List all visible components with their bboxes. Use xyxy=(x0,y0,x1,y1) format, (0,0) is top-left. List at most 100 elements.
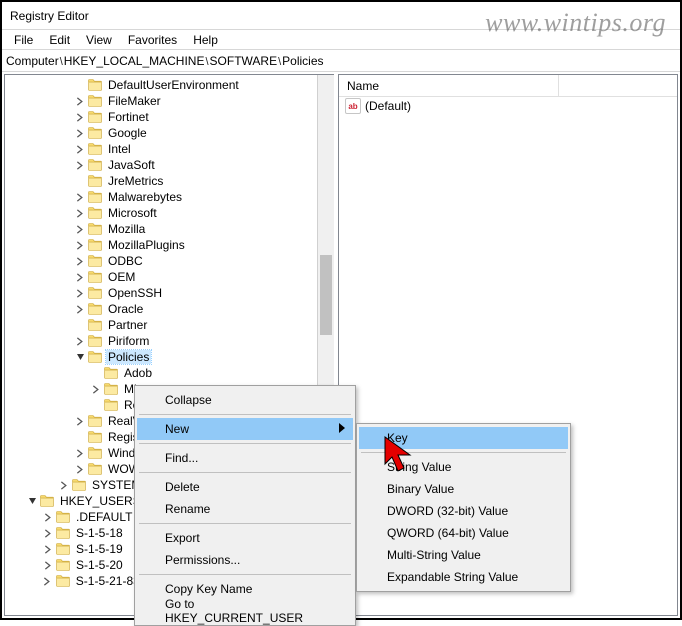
tree-item[interactable]: Adob xyxy=(5,365,334,381)
tree-item-label[interactable]: HKEY_USERS xyxy=(58,494,143,508)
ctx-sub-item-string-value[interactable]: String Value xyxy=(359,456,568,478)
ctx-sub-item-expandable-string-value[interactable]: Expandable String Value xyxy=(359,566,568,588)
chevron-right-icon[interactable] xyxy=(73,190,87,204)
chevron-right-icon[interactable] xyxy=(41,542,55,556)
ctx-sub-item-key[interactable]: Key xyxy=(359,427,568,449)
breadcrumb-part[interactable]: Policies xyxy=(282,54,323,68)
chevron-down-icon[interactable] xyxy=(73,350,87,364)
chevron-right-icon[interactable] xyxy=(73,446,87,460)
tree-item[interactable]: Oracle xyxy=(5,301,334,317)
column-name[interactable]: Name xyxy=(339,75,559,96)
tree-item-label[interactable]: Oracle xyxy=(106,302,145,316)
chevron-right-icon[interactable] xyxy=(73,462,87,476)
list-row[interactable]: ab(Default) xyxy=(339,97,677,115)
tree-item[interactable]: Piriform xyxy=(5,333,334,349)
context-submenu-new[interactable]: Key String ValueBinary ValueDWORD (32-bit… xyxy=(356,423,571,592)
chevron-right-icon[interactable] xyxy=(73,142,87,156)
chevron-right-icon[interactable] xyxy=(73,270,87,284)
chevron-right-icon[interactable] xyxy=(73,414,87,428)
breadcrumb-part[interactable]: HKEY_LOCAL_MACHINE xyxy=(64,54,205,68)
chevron-down-icon[interactable] xyxy=(25,494,39,508)
ctx-item-collapse[interactable]: Collapse xyxy=(137,389,353,411)
tree-item-label[interactable]: .DEFAULT xyxy=(74,510,134,524)
tree-item[interactable]: OEM xyxy=(5,269,334,285)
tree-item-label[interactable]: S-1-5-18 xyxy=(74,526,125,540)
ctx-item-new[interactable]: New xyxy=(137,418,353,440)
ctx-item-rename[interactable]: Rename xyxy=(137,498,353,520)
tree-item[interactable]: JavaSoft xyxy=(5,157,334,173)
tree-item-label[interactable]: MozillaPlugins xyxy=(106,238,187,252)
tree-item-label[interactable]: Policies xyxy=(106,350,151,364)
context-menu[interactable]: Collapse New Find... DeleteRename ExportPerm… xyxy=(134,385,356,626)
tree-item[interactable]: Intel xyxy=(5,141,334,157)
chevron-right-icon[interactable] xyxy=(41,558,55,572)
ctx-item-export[interactable]: Export xyxy=(137,527,353,549)
chevron-right-icon[interactable] xyxy=(73,254,87,268)
ctx-sub-item-dword-32-bit-value[interactable]: DWORD (32-bit) Value xyxy=(359,500,568,522)
menu-help[interactable]: Help xyxy=(185,31,226,49)
chevron-right-icon[interactable] xyxy=(41,526,55,540)
menu-edit[interactable]: Edit xyxy=(41,31,78,49)
tree-item-label[interactable]: OpenSSH xyxy=(106,286,164,300)
tree-item-label[interactable]: Adob xyxy=(122,366,154,380)
tree-item-label[interactable]: Malwarebytes xyxy=(106,190,184,204)
tree-item-label[interactable]: JavaSoft xyxy=(106,158,157,172)
tree-item-label[interactable]: Piriform xyxy=(106,334,151,348)
tree-item[interactable]: FileMaker xyxy=(5,93,334,109)
tree-item[interactable]: Mozilla xyxy=(5,221,334,237)
tree-item[interactable]: ODBC xyxy=(5,253,334,269)
tree-item-label[interactable]: JreMetrics xyxy=(106,174,165,188)
ctx-sub-item-qword-64-bit-value[interactable]: QWORD (64-bit) Value xyxy=(359,522,568,544)
tree-item-label[interactable]: Partner xyxy=(106,318,149,332)
address-bar[interactable]: Computer \HKEY_LOCAL_MACHINE\SOFTWARE\Po… xyxy=(2,50,680,72)
ctx-sub-item-binary-value[interactable]: Binary Value xyxy=(359,478,568,500)
ctx-item-delete[interactable]: Delete xyxy=(137,476,353,498)
chevron-right-icon[interactable] xyxy=(73,286,87,300)
tree-item[interactable]: JreMetrics xyxy=(5,173,334,189)
tree-item-label[interactable]: Mozilla xyxy=(106,222,147,236)
list-column-header[interactable]: Name xyxy=(339,75,677,97)
chevron-right-icon[interactable] xyxy=(73,238,87,252)
chevron-right-icon[interactable] xyxy=(73,158,87,172)
tree-item[interactable]: Microsoft xyxy=(5,205,334,221)
ctx-item-permissions[interactable]: Permissions... xyxy=(137,549,353,571)
tree-item-label[interactable]: DefaultUserEnvironment xyxy=(106,78,241,92)
menu-favorites[interactable]: Favorites xyxy=(120,31,185,49)
tree-item[interactable]: Google xyxy=(5,125,334,141)
menu-view[interactable]: View xyxy=(78,31,120,49)
ctx-sub-item-multi-string-value[interactable]: Multi-String Value xyxy=(359,544,568,566)
tree-item[interactable]: MozillaPlugins xyxy=(5,237,334,253)
chevron-right-icon[interactable] xyxy=(73,302,87,316)
tree-item-label[interactable]: OEM xyxy=(106,270,137,284)
tree-item-label[interactable]: Google xyxy=(106,126,149,140)
ctx-item-go-to-hkey-current-user[interactable]: Go to HKEY_CURRENT_USER xyxy=(137,600,353,622)
scrollbar-thumb[interactable] xyxy=(320,255,332,335)
menu-file[interactable]: File xyxy=(6,31,41,49)
tree-item-label[interactable]: S-1-5-20 xyxy=(74,558,125,572)
tree-item-label[interactable]: ODBC xyxy=(106,254,145,268)
tree-item-label[interactable]: Microsoft xyxy=(106,206,159,220)
tree-item[interactable]: OpenSSH xyxy=(5,285,334,301)
ctx-item-find[interactable]: Find... xyxy=(137,447,353,469)
breadcrumb-part[interactable]: SOFTWARE xyxy=(210,54,278,68)
chevron-right-icon[interactable] xyxy=(73,94,87,108)
chevron-right-icon[interactable] xyxy=(73,334,87,348)
chevron-right-icon[interactable] xyxy=(57,478,71,492)
chevron-right-icon[interactable] xyxy=(41,510,55,524)
tree-item-label[interactable]: Fortinet xyxy=(106,110,151,124)
tree-item[interactable]: Fortinet xyxy=(5,109,334,125)
tree-item[interactable]: Malwarebytes xyxy=(5,189,334,205)
tree-item[interactable]: DefaultUserEnvironment xyxy=(5,77,334,93)
tree-item-label[interactable]: S-1-5-19 xyxy=(74,542,125,556)
chevron-right-icon[interactable] xyxy=(73,222,87,236)
tree-item-label[interactable]: FileMaker xyxy=(106,94,163,108)
tree-item-label[interactable]: Intel xyxy=(106,142,133,156)
tree-item[interactable]: Partner xyxy=(5,317,334,333)
breadcrumb-root[interactable]: Computer xyxy=(6,54,59,68)
chevron-right-icon[interactable] xyxy=(73,206,87,220)
tree-item[interactable]: Policies xyxy=(5,349,334,365)
chevron-right-icon[interactable] xyxy=(73,126,87,140)
chevron-right-icon[interactable] xyxy=(73,110,87,124)
chevron-right-icon[interactable] xyxy=(41,574,55,588)
chevron-right-icon[interactable] xyxy=(89,382,103,396)
